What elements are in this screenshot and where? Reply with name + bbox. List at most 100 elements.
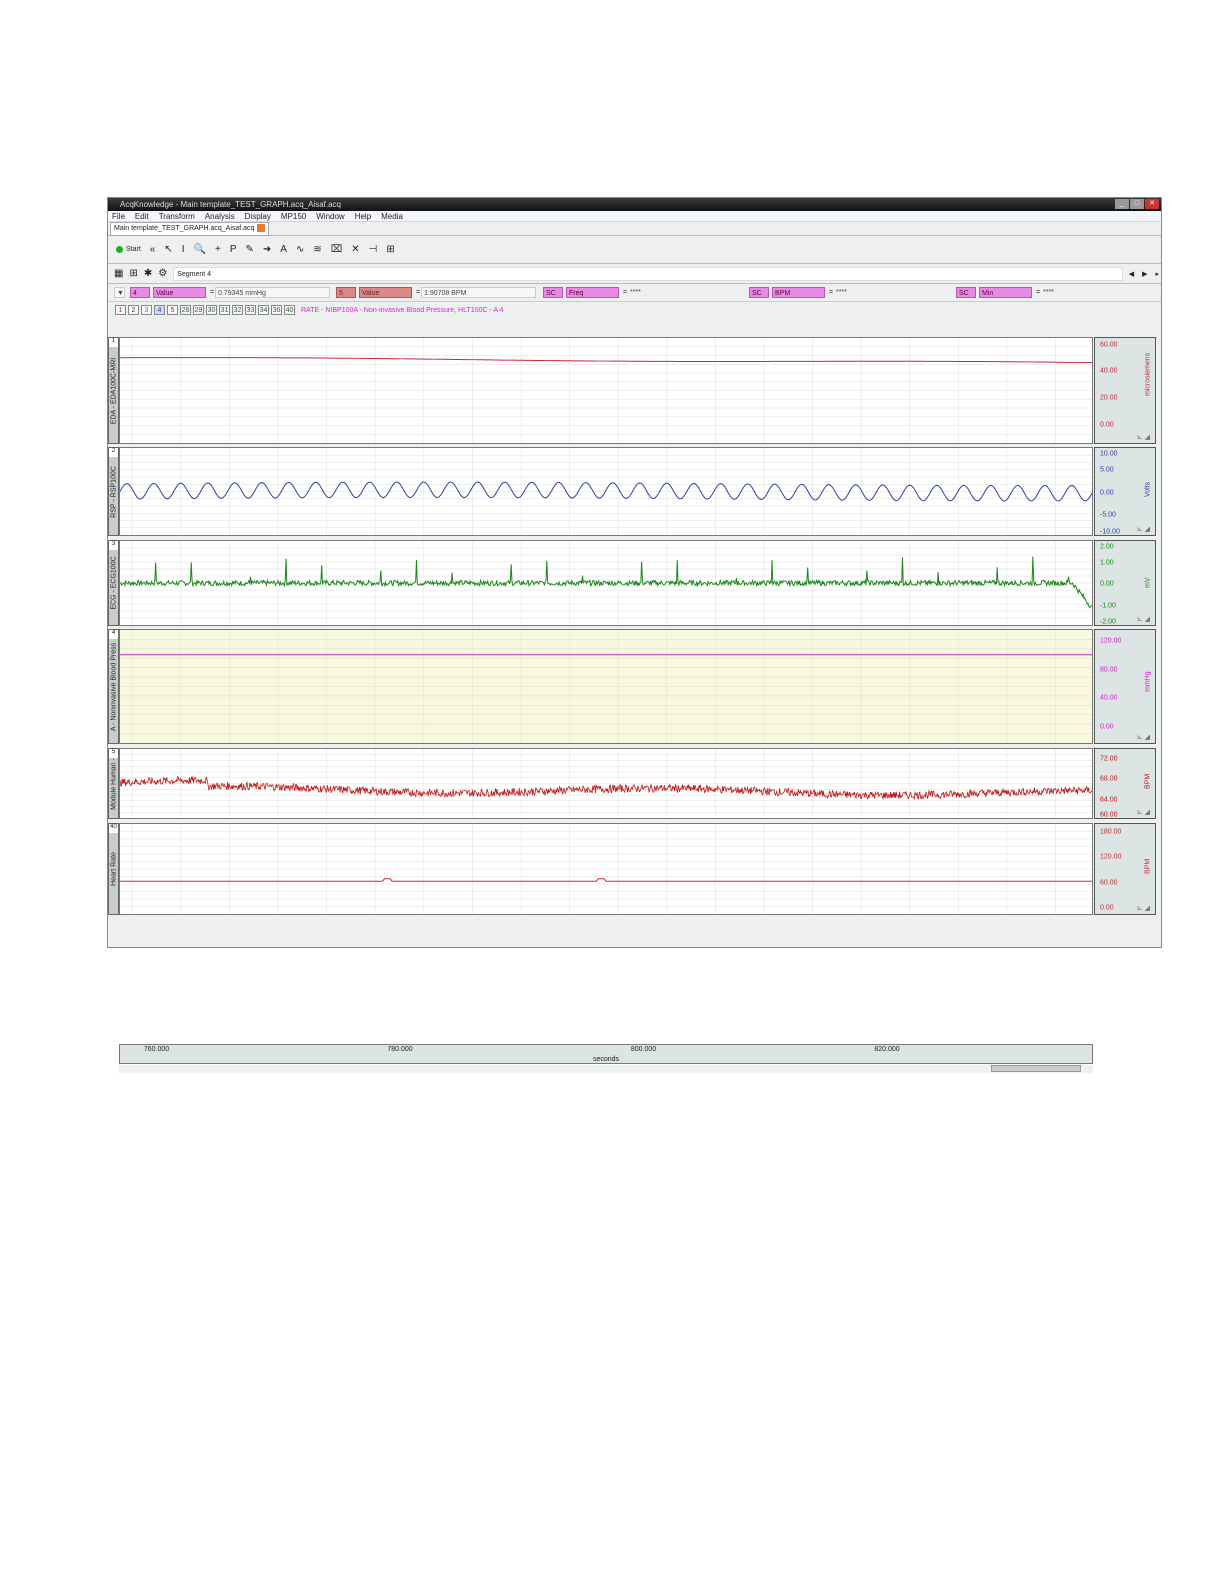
segment-nav-next[interactable]: ▶ (1142, 270, 1147, 278)
pencil-tool-icon[interactable]: P (230, 244, 237, 255)
marker-tool-icon[interactable]: ✎ (246, 244, 254, 255)
channel-button-4[interactable]: 4 (154, 305, 165, 315)
measurement-type-select[interactable]: Value (359, 287, 412, 298)
settings-icon[interactable]: ✱ (144, 268, 152, 279)
channel-plot[interactable] (119, 748, 1093, 819)
measurement-type-select[interactable]: Freq (566, 287, 619, 298)
scope-mode-icon[interactable]: ⌧ (331, 244, 343, 255)
crosshair-tool-icon[interactable]: + (215, 244, 221, 255)
channel-button-36[interactable]: 36 (271, 305, 282, 315)
channel-button-28[interactable]: 28 (180, 305, 191, 315)
horizontal-scrollbar[interactable] (119, 1065, 1093, 1073)
channel-label[interactable]: 5 Module Human - (108, 748, 119, 819)
measurement-channel-select[interactable]: SC (543, 287, 563, 298)
channel-plot[interactable] (119, 629, 1093, 744)
scale-tick-label: 64.00 (1100, 796, 1118, 804)
channel-button-34[interactable]: 34 (258, 305, 269, 315)
measurement-type-select[interactable]: Min (979, 287, 1032, 298)
measurement-type-select[interactable]: Value (153, 287, 206, 298)
layout-mode-icon[interactable]: ⊞ (386, 244, 394, 255)
channel-button-32[interactable]: 32 (232, 305, 243, 315)
channel-3: 3 ECG - ECG100C 2.00 1.00 0.00 -1.00 -2.00 mV ⊾ … (108, 540, 1156, 626)
time-axis[interactable]: 760.000 780.000 800.000 820.000 seconds (119, 1044, 1093, 1064)
channel-label[interactable]: 4 A - Noninvasive Blood Press (108, 629, 119, 744)
segment-field[interactable]: Segment 4 (173, 266, 1123, 281)
channel-label[interactable]: 1 EDA - EDA100C-MRI (108, 337, 119, 444)
document-tab[interactable]: Main template_TEST_GRAPH.acq_Aisaf.acq (110, 222, 270, 236)
channel-button-5[interactable]: 5 (167, 305, 178, 315)
menu-edit[interactable]: Edit (135, 211, 149, 221)
channel-button-30[interactable]: 30 (206, 305, 217, 315)
channel-plot[interactable] (119, 447, 1093, 536)
forward-tool-icon[interactable]: ➜ (263, 244, 271, 255)
grid-icon[interactable]: ▦ (114, 268, 123, 279)
rewind-icon[interactable]: « (150, 244, 156, 255)
channel-button-2[interactable]: 2 (128, 305, 139, 315)
channel-scale[interactable]: 180.00 120.00 60.00 0.00 BPM ⊾ ◢ (1094, 823, 1156, 915)
channel-scale[interactable]: 120.00 80.00 40.00 0.00 mmHg ⊾ ◢ (1094, 629, 1156, 744)
xy-mode-icon[interactable]: ✕ (351, 244, 359, 255)
overlap-mode-icon[interactable]: ∿ (296, 244, 304, 255)
segment-nav-prev[interactable]: ◀ (1129, 270, 1134, 278)
menu-transform[interactable]: Transform (159, 211, 195, 221)
scale-settings-icon[interactable]: ⊾ ◢ (1137, 615, 1150, 623)
measurement-channel-select[interactable]: 5 (336, 287, 356, 298)
unit-label: microsiemens (1144, 352, 1152, 396)
annotation-tool-icon[interactable]: A (280, 244, 287, 255)
menu-mp150[interactable]: MP150 (281, 211, 306, 221)
scale-settings-icon[interactable]: ⊾ ◢ (1137, 733, 1150, 741)
channel-plot[interactable] (119, 823, 1093, 915)
scale-settings-icon[interactable]: ⊾ ◢ (1137, 525, 1150, 533)
channel-button-29[interactable]: 29 (193, 305, 204, 315)
minimize-button[interactable]: _ (1115, 199, 1129, 209)
close-button[interactable]: ✕ (1145, 199, 1159, 209)
measurement-type-select[interactable]: BPM (772, 287, 825, 298)
arrow-tool-icon[interactable]: ↖ (164, 244, 172, 255)
maximize-button[interactable]: □ (1130, 199, 1144, 209)
channel-plot[interactable] (119, 337, 1093, 444)
channel-button-33[interactable]: 33 (245, 305, 256, 315)
menu-display[interactable]: Display (245, 211, 271, 221)
measurement-channel-select[interactable]: SC (749, 287, 769, 298)
segment-nav-end[interactable]: ▸ (1155, 270, 1159, 278)
tools-icon[interactable]: ⚙ (158, 268, 167, 279)
measurement-toggle[interactable]: ▼ (114, 287, 125, 298)
channel-button-40[interactable]: 40 (284, 305, 295, 315)
measurement-channel-select[interactable]: SC (956, 287, 976, 298)
scale-tick-label: 0.00 (1100, 421, 1114, 429)
menu-file[interactable]: File (112, 211, 125, 221)
channel-2: 2 RSP - RSP100C 10.00 5.00 0.00 -5.00 -10.00 Vo… (108, 447, 1156, 536)
channel-scale[interactable]: 2.00 1.00 0.00 -1.00 -2.00 mV ⊾ ◢ (1094, 540, 1156, 626)
scale-settings-icon[interactable]: ⊾ ◢ (1137, 904, 1150, 912)
equals-sign: = (829, 289, 834, 296)
stack-mode-icon[interactable]: ≋ (313, 244, 321, 255)
zoom-tool-icon[interactable]: 🔍 (194, 244, 206, 255)
channel-scale[interactable]: 60.00 40.00 20.00 0.00 microsiemens ⊾ ◢ (1094, 337, 1156, 444)
channel-plot[interactable] (119, 540, 1093, 626)
scale-settings-icon[interactable]: ⊾ ◢ (1137, 433, 1150, 441)
menu-help[interactable]: Help (355, 211, 371, 221)
close-tab-icon[interactable] (257, 224, 266, 233)
channel-label[interactable]: 3 ECG - ECG100C (108, 540, 119, 626)
channel-scale[interactable]: 10.00 5.00 0.00 -5.00 -10.00 Volts ⊾ ◢ (1094, 447, 1156, 536)
unit-label: BPM (1144, 773, 1152, 789)
channel-scale[interactable]: 72.00 68.00 64.00 60.00 BPM ⊾ ◢ (1094, 748, 1156, 819)
vertical-scrollbar[interactable] (1157, 464, 1162, 1039)
menu-window[interactable]: Window (316, 211, 344, 221)
tree-icon[interactable]: ⊞ (129, 268, 137, 279)
scrollbar-thumb[interactable] (991, 1065, 1081, 1072)
scale-tick-label: 0.00 (1100, 904, 1114, 912)
channel-button-31[interactable]: 31 (219, 305, 230, 315)
channel-button-1[interactable]: 1 (115, 305, 126, 315)
ibeam-tool-icon[interactable]: I (182, 244, 185, 255)
channel-label[interactable]: 40 Heart Rate (108, 823, 119, 915)
scale-settings-icon[interactable]: ⊾ ◢ (1137, 808, 1150, 816)
menu-analysis[interactable]: Analysis (205, 211, 235, 221)
split-mode-icon[interactable]: ⊣ (369, 244, 378, 255)
scale-tick-label: -1.00 (1100, 602, 1116, 609)
channel-label[interactable]: 2 RSP - RSP100C (108, 447, 119, 536)
menu-media[interactable]: Media (381, 211, 403, 221)
channel-button-3[interactable]: 3 (141, 305, 152, 315)
start-button[interactable]: Start (116, 246, 141, 253)
measurement-channel-select[interactable]: 4 (130, 287, 150, 298)
